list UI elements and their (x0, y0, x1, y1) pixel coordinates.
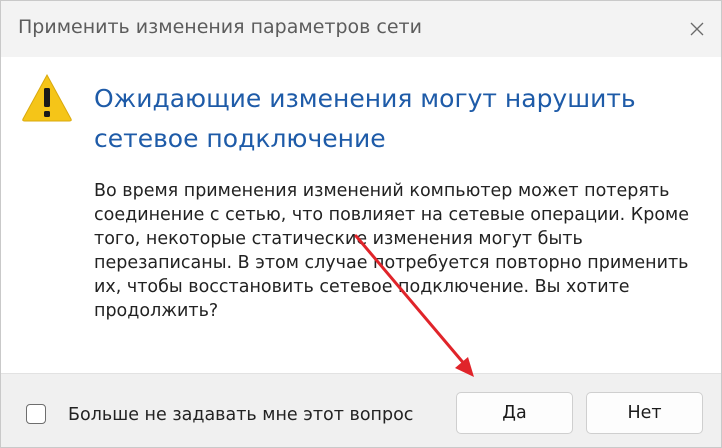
dialog-window: Применить изменения параметров сети Ожид… (0, 0, 722, 448)
dialog-message: Во время применения изменений компьютер … (94, 181, 690, 321)
close-icon (690, 22, 704, 36)
dialog-content: Ожидающие изменения могут нарушить сетев… (1, 57, 721, 373)
dialog-heading: Ожидающие изменения могут нарушить сетев… (94, 79, 654, 159)
dialog-footer: Больше не задавать мне этот вопрос Да Не… (1, 373, 721, 447)
no-button[interactable]: Нет (586, 392, 703, 434)
heading-line-1: Ожидающие изменения могут нарушить (94, 84, 636, 113)
close-button[interactable] (673, 1, 721, 57)
warning-icon (22, 73, 72, 122)
dont-ask-again-label[interactable]: Больше не задавать мне этот вопрос (68, 405, 413, 425)
window-title: Применить изменения параметров сети (18, 16, 422, 38)
yes-button[interactable]: Да (456, 392, 573, 434)
heading-line-2: сетевое подключение (94, 124, 386, 153)
dont-ask-again-checkbox[interactable] (26, 404, 46, 424)
title-bar[interactable]: Применить изменения параметров сети (1, 1, 721, 57)
